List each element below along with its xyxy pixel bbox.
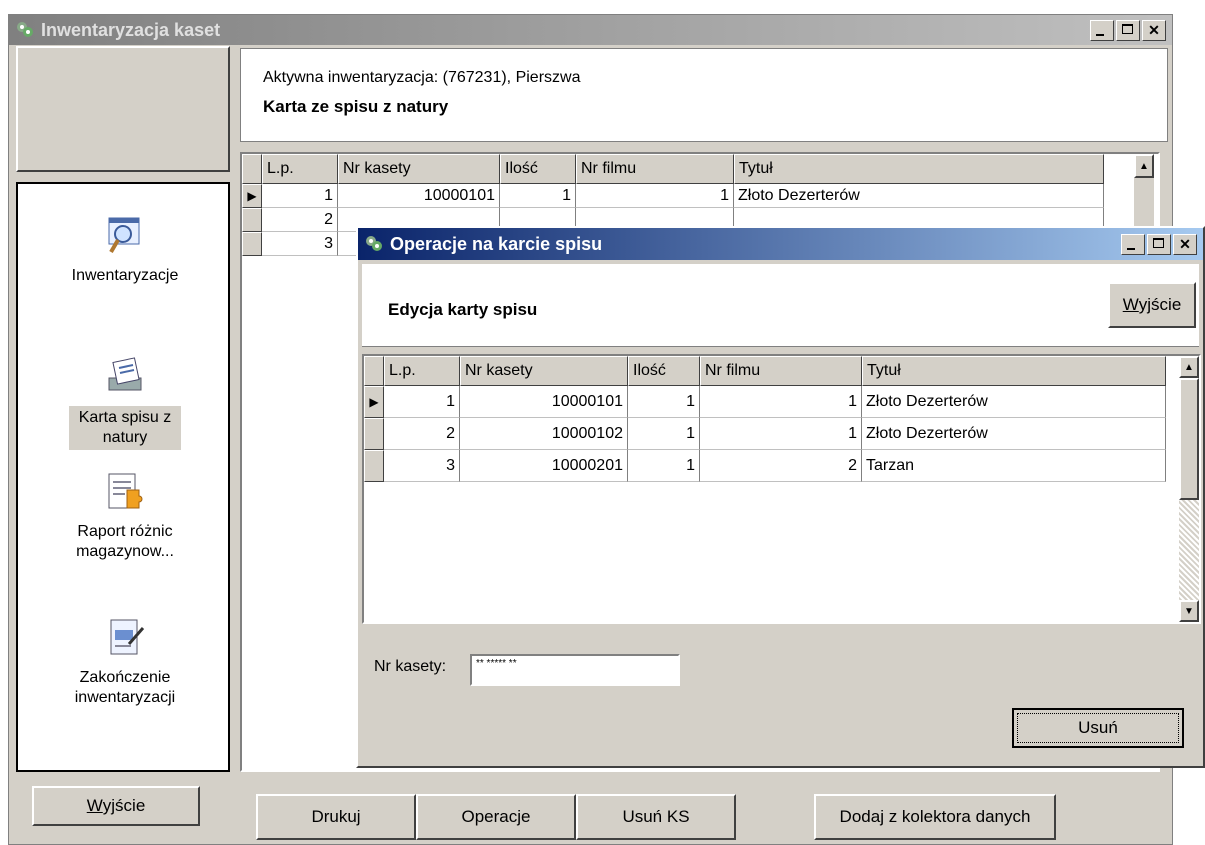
- column-header[interactable]: Nr kasety: [460, 356, 628, 386]
- table-cell[interactable]: 1: [700, 386, 862, 418]
- row-selector[interactable]: [242, 208, 262, 232]
- cassette-number-input[interactable]: ** ***** **: [470, 654, 680, 686]
- table-cell[interactable]: 1: [384, 386, 460, 418]
- table-cell[interactable]: 2: [700, 450, 862, 482]
- table-cell[interactable]: 3: [262, 232, 338, 256]
- operations-button[interactable]: Operacje: [416, 794, 576, 840]
- nav-header-panel: [16, 46, 230, 172]
- column-header[interactable]: L.p.: [384, 356, 460, 386]
- window-title: Inwentaryzacja kaset: [41, 19, 221, 40]
- column-header[interactable]: Nr filmu: [700, 356, 862, 386]
- dialog-maximize-button[interactable]: [1147, 233, 1171, 255]
- nav-label: Zakończenie inwentaryzacji: [74, 669, 176, 706]
- dialog-exit-button[interactable]: Wyjście: [1108, 282, 1196, 328]
- nav-item-zakonczenie[interactable]: Zakończenie inwentaryzacji: [18, 616, 232, 708]
- scroll-thumb[interactable]: [1179, 378, 1199, 500]
- operations-dialog: Operacje na karcie spisu ✕ Edycja karty …: [356, 226, 1205, 768]
- dialog-grid[interactable]: L.p. Nr kasety Ilość Nr filmu Tytuł ▶ 1 1000010…: [362, 354, 1201, 624]
- row-selector[interactable]: [364, 418, 384, 450]
- column-header[interactable]: Tytuł: [734, 154, 1104, 184]
- table-cell[interactable]: 1: [576, 184, 734, 208]
- header-panel: Aktywna inwentaryzacja: (767231), Piersz…: [240, 48, 1168, 142]
- dialog-minimize-button[interactable]: [1121, 233, 1145, 255]
- table-cell[interactable]: 10000101: [460, 386, 628, 418]
- table-cell[interactable]: Tarzan: [862, 450, 1166, 482]
- column-header[interactable]: Tytuł: [862, 356, 1166, 386]
- grid-corner: [364, 356, 384, 386]
- dialog-grid-scrollbar[interactable]: ▲ ▼: [1179, 356, 1199, 622]
- main-titlebar[interactable]: Inwentaryzacja kaset ✕: [9, 15, 1172, 45]
- main-exit-button[interactable]: Wyjście: [32, 786, 200, 826]
- search-document-icon: [103, 214, 147, 258]
- section-title: Karta ze spisu z natury: [263, 97, 449, 116]
- maximize-button[interactable]: [1116, 19, 1140, 41]
- dialog-heading: Edycja karty spisu: [388, 300, 538, 319]
- minimize-button[interactable]: [1090, 19, 1114, 41]
- table-cell[interactable]: Złoto Dezerterów: [862, 418, 1166, 450]
- dialog-app-icon: [364, 234, 384, 254]
- scroll-up-button[interactable]: ▲: [1134, 154, 1154, 178]
- active-inventory-label: Aktywna inwentaryzacja: (767231), Piersz…: [263, 69, 581, 86]
- column-header[interactable]: Nr filmu: [576, 154, 734, 184]
- dialog-header-panel: Edycja karty spisu Wyjście: [362, 264, 1199, 347]
- row-selector-arrow-icon[interactable]: ▶: [242, 184, 262, 208]
- nav-item-karta-spisu[interactable]: Karta spisu z natury: [18, 354, 232, 450]
- column-header[interactable]: Ilość: [500, 154, 576, 184]
- dialog-title: Operacje na karcie spisu: [390, 233, 603, 254]
- table-cell[interactable]: 2: [262, 208, 338, 232]
- input-mask: ** ***** **: [476, 658, 517, 669]
- column-header[interactable]: Ilość: [628, 356, 700, 386]
- dialog-field-label: Nr kasety:: [374, 658, 447, 675]
- printer-document-icon: [103, 354, 147, 398]
- column-header[interactable]: L.p.: [262, 154, 338, 184]
- table-cell[interactable]: 2: [384, 418, 460, 450]
- dialog-close-button[interactable]: ✕: [1173, 233, 1197, 255]
- row-selector-arrow-icon[interactable]: ▶: [364, 386, 384, 418]
- scroll-up-button[interactable]: ▲: [1179, 356, 1199, 378]
- print-button[interactable]: Drukuj: [256, 794, 416, 840]
- main-grid-scrollbar[interactable]: ▲: [1134, 154, 1154, 234]
- puzzle-document-icon: [103, 470, 147, 514]
- table-cell[interactable]: 1: [500, 184, 576, 208]
- delete-button[interactable]: Usuń: [1012, 708, 1184, 748]
- app-icon: [15, 20, 35, 40]
- nav-label: Karta spisu z natury: [69, 406, 181, 450]
- nav-item-raport-roznic[interactable]: Raport różnic magazynow...: [18, 470, 232, 562]
- edit-document-icon: [103, 616, 147, 660]
- nav-label: Inwentaryzacje: [71, 267, 179, 284]
- table-cell[interactable]: Złoto Dezerterów: [734, 184, 1104, 208]
- table-cell[interactable]: 1: [262, 184, 338, 208]
- table-cell[interactable]: 1: [628, 386, 700, 418]
- dialog-titlebar[interactable]: Operacje na karcie spisu ✕: [358, 228, 1203, 260]
- row-selector[interactable]: [364, 450, 384, 482]
- table-cell[interactable]: 3: [384, 450, 460, 482]
- scroll-down-button[interactable]: ▼: [1179, 600, 1199, 622]
- table-cell[interactable]: 10000201: [460, 450, 628, 482]
- table-cell[interactable]: 10000102: [460, 418, 628, 450]
- table-cell[interactable]: 1: [628, 450, 700, 482]
- table-cell[interactable]: 1: [700, 418, 862, 450]
- grid-corner: [242, 154, 262, 184]
- nav-label: Raport różnic magazynow...: [76, 523, 174, 560]
- add-from-collector-button[interactable]: Dodaj z kolektora danych: [814, 794, 1056, 840]
- table-cell[interactable]: Złoto Dezerterów: [862, 386, 1166, 418]
- nav-panel: Inwentaryzacje Karta spisu z natury Rapo…: [16, 182, 230, 772]
- row-selector[interactable]: [242, 232, 262, 256]
- column-header[interactable]: Nr kasety: [338, 154, 500, 184]
- table-cell[interactable]: 1: [628, 418, 700, 450]
- table-cell[interactable]: 10000101: [338, 184, 500, 208]
- delete-ks-button[interactable]: Usuń KS: [576, 794, 736, 840]
- nav-item-inwentaryzacje[interactable]: Inwentaryzacje: [18, 214, 232, 286]
- close-button[interactable]: ✕: [1142, 19, 1166, 41]
